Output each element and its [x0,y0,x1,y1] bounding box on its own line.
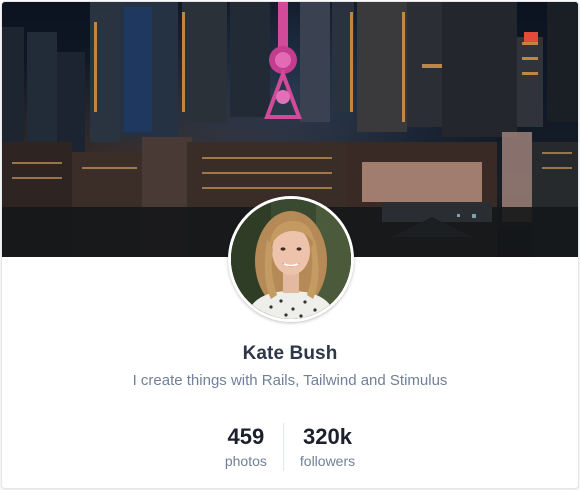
stat-photos-label: photos [224,453,267,469]
stat-followers-label: followers [299,453,356,469]
profile-name: Kate Bush [242,343,338,364]
stat-followers-value: 320k [303,424,352,449]
portrait-illustration [231,199,351,319]
profile-bio: I create things with Rails, Tailwind and… [132,372,448,389]
avatar[interactable] [228,196,354,322]
stat-photos-value: 459 [227,424,265,449]
stat-photos[interactable]: 459 photos [209,423,283,471]
profile-stats: 459 photos 320k followers [2,423,578,471]
stat-followers[interactable]: 320k followers [282,423,371,471]
profile-card: Kate Bush I create things with Rails, Ta… [1,1,579,489]
